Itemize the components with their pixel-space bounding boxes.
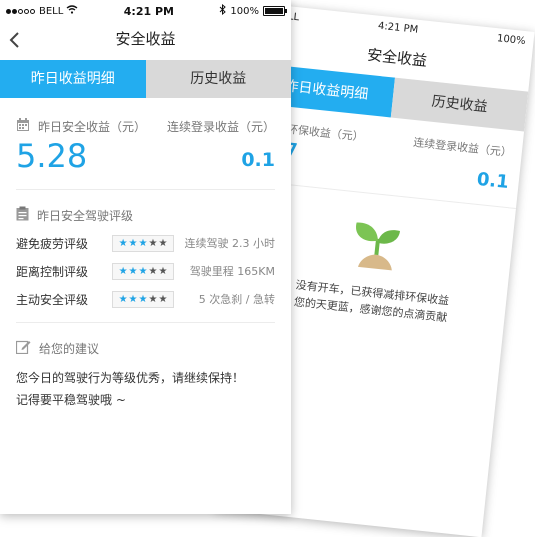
tab-history[interactable]: 历史收益 [145,60,291,98]
rating-detail: 连续驾驶 2.3 小时 [184,237,276,250]
status-bar: BELL 4:21 PM 100% [0,0,291,22]
carrier: BELL [39,5,64,17]
front-phone-screen: BELL 4:21 PM 100% 安全收益 昨日收益明细 历史收益 昨日安全收… [0,0,291,514]
bluetooth-icon [219,3,227,18]
clock: 4:21 PM [123,4,174,18]
battery-icon [263,6,287,16]
advice-line-1: 您今日的驾驶行为等级优秀，请继续保持！ [16,371,245,385]
login-earnings-label: 连续登录收益（元） [166,120,275,134]
rating-row: 主动安全评级 ★ ★ ★ ★ ★ 5 次急刹 / 急转 [16,290,275,308]
battery-level: 100% [496,32,527,47]
safety-earnings-label: 昨日安全收益（元） [38,120,147,134]
rating-name: 避免疲劳评级 [16,236,89,251]
rating-row: 避免疲劳评级 ★ ★ ★ ★ ★ 连续驾驶 2.3 小时 [16,234,275,252]
rating-detail: 5 次急刹 / 急转 [198,293,275,306]
wifi-icon [66,5,78,17]
advice-title: 给您的建议 [39,341,100,356]
star-rating: ★ ★ ★ ★ ★ [112,262,174,280]
tab-bar: 昨日收益明细 历史收益 [0,60,291,98]
calendar-icon [16,118,30,135]
nav-bar: 安全收益 [0,22,291,60]
earnings-section: 昨日安全收益（元） 连续登录收益（元） 5.28 0.1 [0,98,291,190]
page-title: 安全收益 [366,45,428,70]
rating-section: 昨日安全驾驶评级 避免疲劳评级 ★ ★ ★ ★ ★ 连续驾驶 2.3 小时 距离控制评级… [0,190,291,323]
pencil-icon [15,339,31,357]
back-chevron-icon[interactable] [8,22,20,59]
signal-icon [6,6,36,17]
login-earnings-value: 0.1 [241,149,275,171]
rating-title: 昨日安全驾驶评级 [37,208,134,223]
tab-yesterday-detail[interactable]: 昨日收益明细 [0,60,146,98]
clock: 4:21 PM [377,20,419,36]
star-rating: ★ ★ ★ ★ ★ [112,234,174,252]
login-earnings-value: 0.1 [475,168,510,194]
rating-name: 距离控制评级 [16,264,89,279]
safety-earnings-value: 5.28 [16,137,88,175]
battery-level: 100% [230,5,259,17]
rating-detail: 驾驶里程 165KM [189,265,275,278]
advice-text: 您今日的驾驶行为等级优秀，请继续保持！ 记得要平稳驾驶哦 ~ [16,367,275,411]
clipboard-icon [16,206,29,224]
rating-name: 主动安全评级 [16,292,89,307]
rating-row: 距离控制评级 ★ ★ ★ ★ ★ 驾驶里程 165KM [16,262,275,280]
page-title: 安全收益 [115,30,176,48]
sprout-icon [339,211,415,280]
star-rating: ★ ★ ★ ★ ★ [112,290,174,308]
advice-line-2: 记得要平稳驾驶哦 ~ [16,393,126,407]
advice-section: 给您的建议 您今日的驾驶行为等级优秀，请继续保持！ 记得要平稳驾驶哦 ~ [0,323,291,411]
